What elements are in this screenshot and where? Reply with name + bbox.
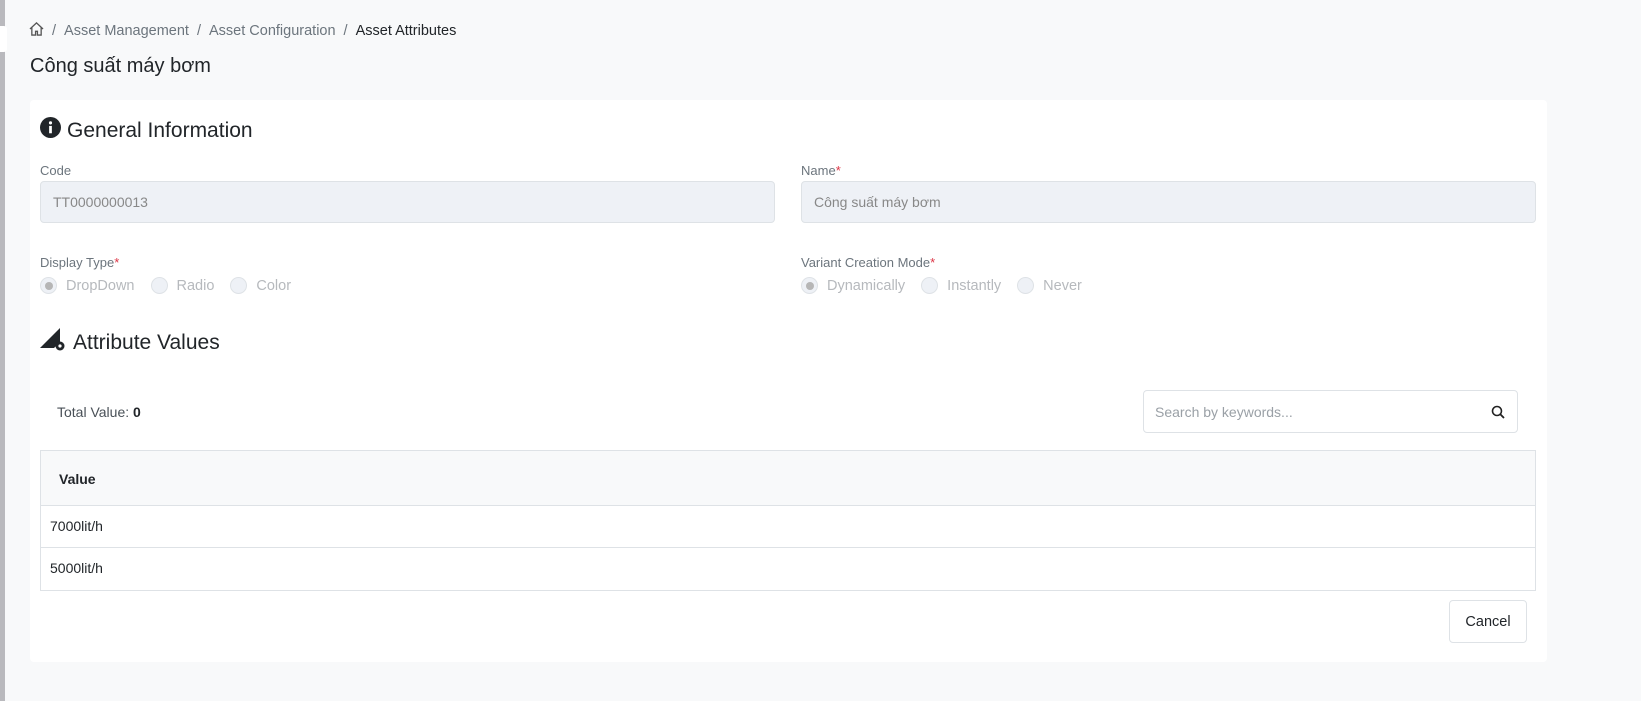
radio-dropdown[interactable]: DropDown — [40, 277, 135, 294]
variant-mode-label: Variant Creation Mode* — [801, 255, 936, 270]
code-field[interactable]: TT0000000013 — [40, 181, 775, 223]
home-icon[interactable] — [29, 22, 44, 40]
display-type-group: DropDown Radio Color — [40, 277, 291, 294]
breadcrumb: / Asset Management / Asset Configuration /… — [29, 22, 456, 40]
search-input[interactable]: Search by keywords... — [1143, 390, 1518, 433]
name-field[interactable]: Công suất máy bơm — [801, 181, 1536, 223]
breadcrumb-asset-configuration[interactable]: Asset Configuration — [209, 23, 336, 39]
info-icon — [40, 117, 61, 144]
radio-radio[interactable]: Radio — [150, 277, 214, 294]
page-title: Công suất máy bơm — [30, 55, 211, 77]
attribute-values-heading: Attribute Values — [40, 328, 220, 358]
breadcrumb-current: Asset Attributes — [355, 23, 457, 39]
radio-instantly[interactable]: Instantly — [921, 277, 1001, 294]
display-type-label: Display Type* — [40, 255, 120, 270]
breadcrumb-asset-management[interactable]: Asset Management — [64, 23, 189, 39]
values-table: Value 7000lit/h 5000lit/h — [40, 450, 1536, 591]
total-value: Total Value: 0 — [57, 404, 141, 420]
code-label: Code — [40, 163, 72, 178]
section-title: Attribute Values — [73, 331, 220, 354]
attribute-settings-icon — [40, 328, 67, 358]
search-icon[interactable] — [1491, 405, 1505, 419]
column-header-value[interactable]: Value — [41, 451, 1535, 506]
attribute-card: General Information Code TT0000000013 Na… — [30, 100, 1547, 662]
cancel-button[interactable]: Cancel — [1449, 600, 1527, 643]
table-row[interactable]: 7000lit/h — [41, 506, 1535, 548]
variant-mode-group: Dynamically Instantly Never — [801, 277, 1082, 294]
radio-color[interactable]: Color — [230, 277, 291, 294]
radio-dynamically[interactable]: Dynamically — [801, 277, 905, 294]
radio-never[interactable]: Never — [1017, 277, 1082, 294]
left-scrollbar[interactable] — [0, 0, 5, 701]
table-row[interactable]: 5000lit/h — [41, 548, 1535, 590]
name-label: Name* — [801, 163, 841, 178]
general-information-heading: General Information — [40, 117, 253, 144]
sidebar-toggle[interactable] — [0, 26, 7, 52]
section-title: General Information — [67, 118, 253, 142]
